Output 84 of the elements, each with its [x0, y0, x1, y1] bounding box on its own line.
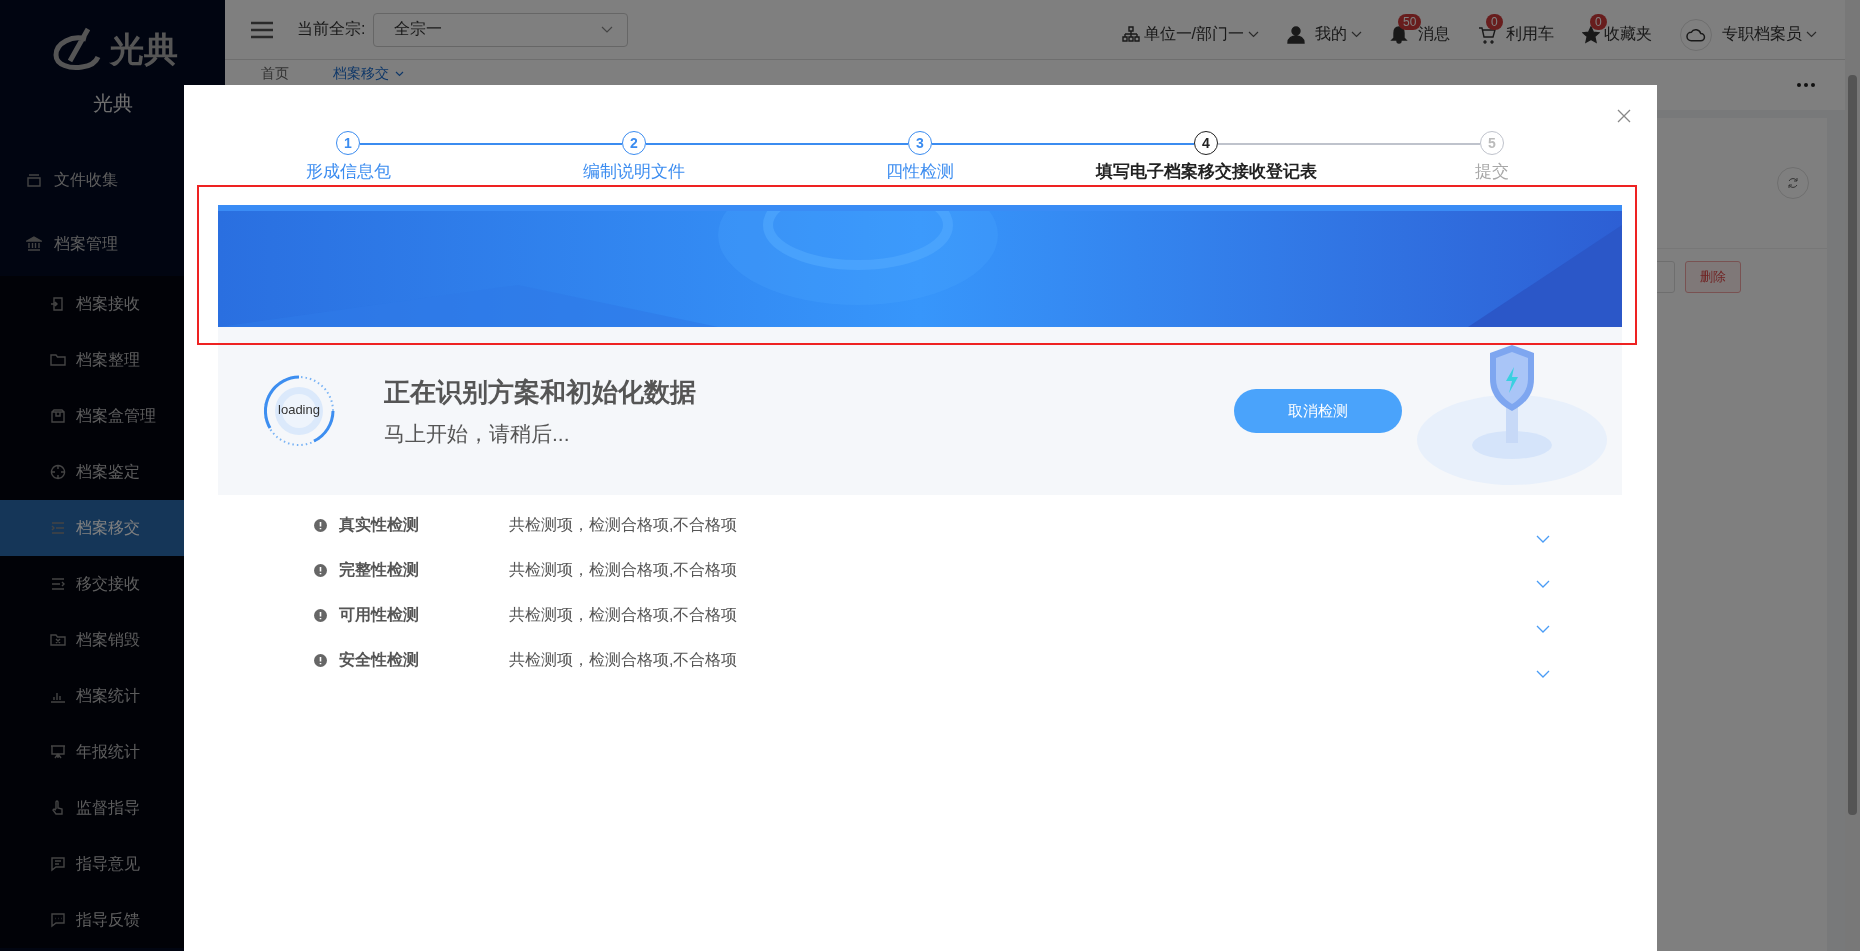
sidebar-item[interactable]: 档案鉴定	[0, 444, 225, 500]
loading-title: 正在识别方案和初始化数据	[384, 375, 697, 409]
header-cloud-menu[interactable]: 专职档案员	[1680, 4, 1817, 55]
step-label: 形成信息包	[303, 160, 393, 183]
check-summary: 共检测项，检测合格项,不合格项	[509, 515, 739, 535]
box-icon	[50, 408, 66, 424]
exclamation-icon	[314, 519, 327, 532]
sidebar-item[interactable]: 档案整理	[0, 332, 225, 388]
caret-icon	[1806, 31, 1817, 38]
chevron-down-icon[interactable]	[1536, 579, 1550, 588]
exclamation-icon	[314, 564, 327, 577]
page-tab[interactable]: 首页	[261, 64, 289, 84]
header-user-menu[interactable]: 我的	[1287, 10, 1362, 49]
fonds-select[interactable]: 全宗一	[373, 12, 629, 47]
fonds-label: 当前全宗:	[297, 19, 366, 39]
list-icon	[50, 576, 66, 592]
bank-icon	[26, 236, 42, 252]
bell-icon	[1390, 25, 1408, 44]
header-org-menu[interactable]: 单位一/部门一	[1121, 10, 1259, 49]
chevron-down-icon[interactable]	[1536, 534, 1550, 543]
menu-icon[interactable]	[251, 20, 273, 39]
sidebar-item[interactable]: 移交接收	[0, 556, 225, 612]
message-icon	[50, 912, 66, 928]
star-icon	[1582, 25, 1600, 44]
exclamation-icon	[314, 609, 327, 622]
sidebar-item[interactable]: 指导意见	[0, 836, 225, 892]
loading-spinner: loading	[262, 374, 336, 448]
step-label: 填写电子档案移交接收登记表	[1093, 160, 1319, 183]
caret-icon	[601, 25, 614, 34]
message-icon	[50, 856, 66, 872]
folder-icon	[50, 632, 66, 648]
step-number: 2	[622, 131, 646, 155]
check-summary: 共检测项，检测合格项,不合格项	[509, 605, 739, 625]
refresh-icon	[1787, 177, 1799, 189]
sidebar-item[interactable]: 监督指导	[0, 780, 225, 836]
sidebar-item[interactable]: 档案统计	[0, 668, 225, 724]
sidebar-item[interactable]: 年报统计	[0, 724, 225, 780]
loading-subtitle: 马上开始，请稍后...	[384, 420, 571, 447]
step-number: 4	[1194, 131, 1218, 155]
sidebar-item[interactable]: 指导反馈	[0, 892, 225, 948]
easel-icon	[50, 744, 66, 760]
org-icon	[1121, 25, 1140, 44]
check-name: 完整性检测	[339, 560, 420, 580]
step-number: 1	[336, 131, 360, 155]
door-icon	[50, 296, 66, 312]
chevron-down-icon[interactable]	[1536, 624, 1550, 633]
header-star-menu[interactable]: 0 收藏夹	[1582, 10, 1652, 49]
sidebar-item[interactable]: 档案盒管理	[0, 388, 225, 444]
count-badge: 0	[1486, 13, 1503, 30]
list-icon	[50, 520, 66, 536]
cancel-button[interactable]: 取消检测	[1234, 389, 1402, 433]
brand-caption: 光典	[91, 91, 134, 116]
user-icon	[1287, 25, 1305, 44]
sidebar-item[interactable]: 档案接收	[0, 276, 225, 332]
header-cart-menu[interactable]: 0 利用车	[1478, 10, 1554, 49]
check-summary: 共检测项，检测合格项,不合格项	[509, 560, 739, 580]
close-icon[interactable]	[1617, 109, 1631, 123]
hand-icon	[50, 800, 66, 816]
sidebar-item[interactable]: 文件收集	[0, 148, 225, 212]
caret-icon	[395, 71, 404, 77]
folder-icon	[50, 352, 66, 368]
step-label: 编制说明文件	[581, 160, 687, 183]
sidebar-item[interactable]: 档案销毁	[0, 612, 225, 668]
caret-icon	[1351, 31, 1362, 38]
delete-button[interactable]: 删除	[1685, 261, 1741, 293]
count-badge: 0	[1590, 13, 1607, 30]
header-bell-menu[interactable]: 50 消息	[1390, 10, 1450, 49]
step-number: 5	[1480, 131, 1504, 155]
more-icon[interactable]	[1797, 83, 1815, 87]
page-tab[interactable]: 档案移交	[333, 64, 404, 84]
cart-icon	[1478, 25, 1496, 44]
step-number: 3	[908, 131, 932, 155]
chevron-down-icon[interactable]	[1536, 669, 1550, 678]
exclamation-icon	[314, 654, 327, 667]
sidebar-item[interactable]: 档案管理	[0, 212, 225, 276]
step-label: 提交	[1473, 160, 1511, 183]
check-name: 可用性检测	[339, 605, 420, 625]
check-name: 安全性检测	[339, 650, 420, 670]
caret-icon	[1248, 31, 1259, 38]
check-name: 真实性检测	[339, 515, 420, 535]
check-summary: 共检测项，检测合格项,不合格项	[509, 650, 739, 670]
tray-icon	[26, 172, 42, 188]
logo-text: 光典	[109, 29, 178, 70]
crosshair-icon	[50, 464, 66, 480]
